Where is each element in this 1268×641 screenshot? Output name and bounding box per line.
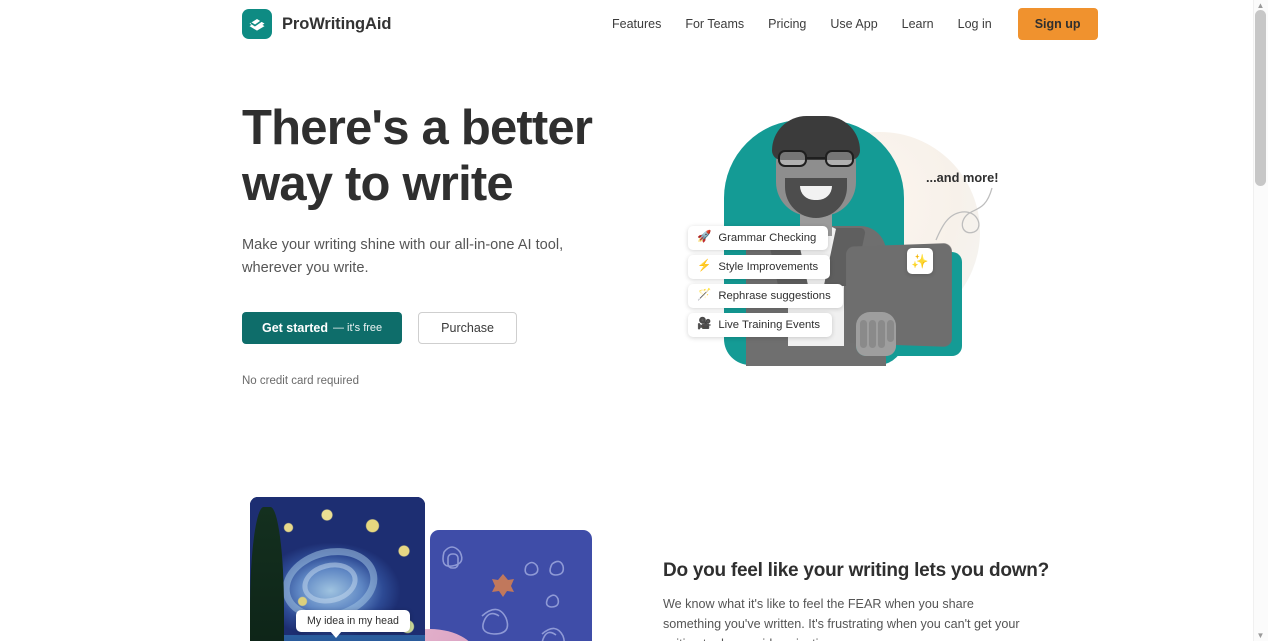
hero-subtitle: Make your writing shine with our all-in-… bbox=[242, 237, 564, 276]
scrollbar-thumb[interactable] bbox=[1255, 10, 1266, 186]
and-more-label: ...and more! bbox=[926, 170, 999, 185]
feature-chip-list: 🚀 Grammar Checking ⚡ Style Improvements … bbox=[688, 226, 843, 337]
page-root: ProWritingAid Features For Teams Pricing… bbox=[0, 0, 1268, 641]
lightning-bolt-icon: ⚡ bbox=[697, 260, 712, 273]
nav-item-log-in[interactable]: Log in bbox=[946, 0, 1004, 48]
nav-item-for-teams[interactable]: For Teams bbox=[673, 0, 756, 48]
page-scrollbar[interactable]: ▲ ▼ bbox=[1253, 0, 1268, 641]
blue-doodle-card bbox=[430, 530, 592, 641]
lower-text-block: Do you feel like your writing lets you d… bbox=[663, 560, 1049, 641]
hero-section: There's a better way to write Make your … bbox=[242, 100, 642, 387]
page-title: There's a better way to write bbox=[242, 100, 642, 212]
hero-cta-group: Get started — it's free Purchase bbox=[242, 312, 642, 344]
curly-pointer-line bbox=[935, 187, 993, 241]
brand-name: ProWritingAid bbox=[282, 14, 392, 33]
feature-chip-label: Style Improvements bbox=[718, 261, 819, 273]
glasses-icon bbox=[778, 150, 854, 167]
feature-chip-label: Live Training Events bbox=[718, 319, 821, 331]
hero-title-line-1: There's a better bbox=[242, 101, 593, 155]
lower-section-title: Do you feel like your writing lets you d… bbox=[663, 560, 1049, 581]
hero-title-line-2: way to write bbox=[242, 157, 514, 211]
lower-section-body: We know what it's like to feel the FEAR … bbox=[663, 597, 1020, 641]
no-credit-card-note: No credit card required bbox=[242, 375, 359, 387]
get-started-button[interactable]: Get started — it's free bbox=[242, 312, 403, 344]
nav-item-pricing[interactable]: Pricing bbox=[756, 0, 818, 48]
video-camera-icon: 🎥 bbox=[697, 318, 712, 331]
get-started-label: Get started bbox=[262, 321, 328, 335]
nav-item-features[interactable]: Features bbox=[600, 0, 673, 48]
hero-illustration: ✨ ...and more! 🚀 Grammar Checking ⚡ Styl… bbox=[660, 100, 1010, 390]
lower-illustration: My idea in my head bbox=[250, 497, 640, 641]
scroll-down-arrow-icon[interactable]: ▼ bbox=[1256, 631, 1265, 640]
painting-caption: My idea in my head bbox=[296, 610, 410, 638]
purchase-button[interactable]: Purchase bbox=[418, 312, 517, 344]
rocket-icon: 🚀 bbox=[697, 231, 712, 244]
feature-chip-grammar-checking: 🚀 Grammar Checking bbox=[688, 226, 829, 250]
main-nav: Features For Teams Pricing Use App Learn… bbox=[600, 0, 1098, 48]
hand-illustration bbox=[856, 312, 896, 356]
brand-logo-link[interactable]: ProWritingAid bbox=[242, 9, 391, 39]
site-header: ProWritingAid Features For Teams Pricing… bbox=[0, 0, 1253, 48]
feature-chip-rephrase-suggestions: 🪄 Rephrase suggestions bbox=[688, 284, 843, 308]
nav-item-learn[interactable]: Learn bbox=[890, 0, 946, 48]
magic-wand-icon: 🪄 bbox=[697, 289, 712, 302]
stacked-books-check-icon bbox=[242, 9, 272, 39]
feature-chip-live-training-events: 🎥 Live Training Events bbox=[688, 313, 833, 337]
nav-item-use-app[interactable]: Use App bbox=[818, 0, 889, 48]
doodle-shapes bbox=[442, 546, 565, 641]
scroll-up-arrow-icon[interactable]: ▲ bbox=[1256, 1, 1265, 10]
feature-chip-label: Grammar Checking bbox=[718, 232, 817, 244]
feature-chip-style-improvements: ⚡ Style Improvements bbox=[688, 255, 831, 279]
sign-up-button[interactable]: Sign up bbox=[1017, 8, 1098, 40]
get-started-free-label: — it's free bbox=[333, 322, 383, 334]
feature-chip-label: Rephrase suggestions bbox=[718, 290, 831, 302]
